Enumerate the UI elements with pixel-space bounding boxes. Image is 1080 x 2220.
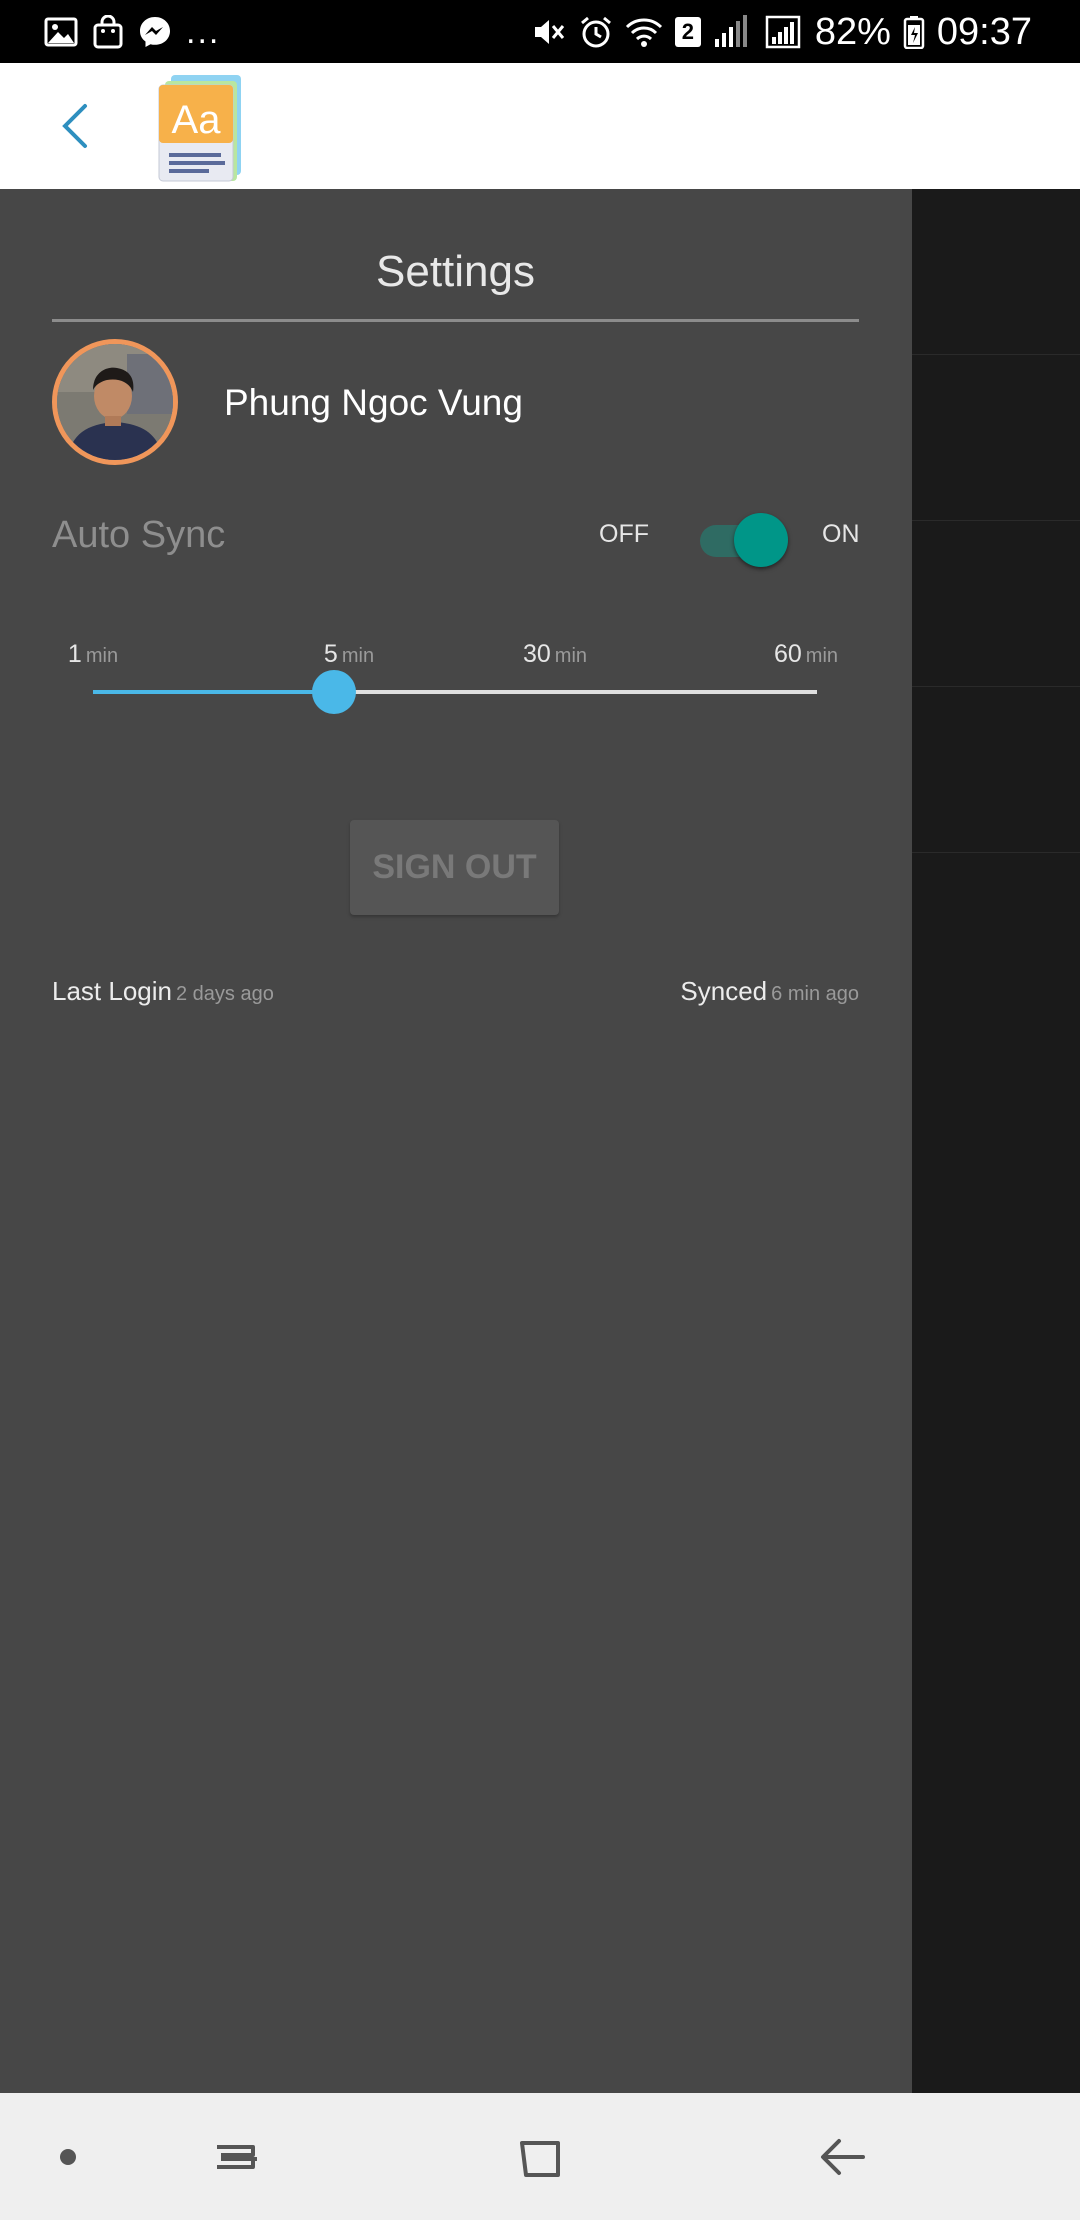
scrim-row — [912, 355, 1080, 521]
title-divider — [52, 319, 859, 322]
logo-text: Aa — [172, 98, 222, 142]
status-bar: ... 2 82% 09:37 — [0, 0, 1080, 63]
toggle-on-label: ON — [822, 520, 860, 548]
tick-unit: min — [341, 645, 375, 667]
back-arrow-icon[interactable] — [807, 2121, 879, 2193]
slider-thumb[interactable] — [312, 670, 356, 714]
mute-icon — [531, 15, 567, 49]
slider-tick-30: 30 min — [523, 640, 587, 669]
scrim-row — [912, 189, 1080, 355]
status-right-group: 2 82% 09:37 — [531, 8, 1032, 56]
toggle-thumb[interactable] — [734, 513, 788, 567]
sign-out-button[interactable]: SIGN OUT — [350, 820, 559, 915]
synced-label: Synced — [680, 976, 768, 1006]
clock: 09:37 — [936, 10, 1032, 53]
status-left-group: ... — [44, 12, 220, 52]
recent-apps-icon[interactable] — [201, 2121, 273, 2193]
image-icon — [44, 16, 78, 48]
tick-value: 30 — [522, 640, 551, 668]
tick-value: 60 — [773, 640, 802, 668]
scrim-row — [912, 521, 1080, 687]
wifi-icon — [625, 16, 663, 48]
app-bar: Aa — [0, 63, 1080, 191]
slider-tick-60: 60 min — [774, 640, 838, 669]
synced-value: 6 min ago — [771, 983, 859, 1005]
tick-value: 5 — [323, 640, 338, 668]
back-button[interactable] — [40, 93, 110, 163]
drawer-scrim[interactable] — [912, 189, 1080, 2093]
sync-interval-slider[interactable] — [93, 667, 817, 717]
auto-sync-toggle[interactable] — [698, 511, 788, 567]
avatar — [52, 339, 178, 465]
settings-drawer: Settings Phung Ngoc Vung Auto Sync OFF O… — [0, 189, 912, 2093]
signal-icon-2 — [765, 15, 803, 49]
user-name: Phung Ngoc Vung — [224, 382, 523, 423]
dot-icon[interactable] — [32, 2121, 104, 2193]
slider-tick-5: 5 min — [324, 640, 374, 669]
sim-badge: 2 — [674, 17, 701, 47]
slider-fill — [93, 690, 334, 694]
auto-sync-label: Auto Sync — [52, 514, 226, 556]
last-login-value: 2 days ago — [175, 983, 274, 1005]
sync-status: Synced 6 min ago — [680, 976, 859, 1007]
last-login-label: Last Login — [52, 976, 172, 1006]
chevron-left-icon — [55, 100, 95, 157]
system-nav-bar — [0, 2093, 1080, 2220]
home-icon[interactable] — [504, 2121, 576, 2193]
messenger-icon — [138, 15, 172, 49]
battery-percent: 82% — [814, 10, 891, 53]
signal-icon — [713, 15, 753, 49]
slider-tick-1: 1 min — [68, 640, 118, 669]
dictionary-logo-icon: Aa — [155, 69, 251, 183]
tick-value: 1 — [67, 640, 82, 668]
page-title: Settings — [376, 247, 535, 296]
tick-unit: min — [554, 645, 588, 667]
toggle-off-label: OFF — [599, 520, 649, 548]
scrim-row — [912, 687, 1080, 853]
battery-icon — [903, 15, 925, 49]
more-notifications-indicator: ... — [186, 12, 221, 51]
alarm-icon — [579, 15, 613, 49]
shopping-bag-icon — [92, 15, 124, 49]
tick-unit: min — [805, 645, 839, 667]
tick-unit: min — [85, 645, 119, 667]
last-login: Last Login 2 days ago — [52, 976, 274, 1007]
